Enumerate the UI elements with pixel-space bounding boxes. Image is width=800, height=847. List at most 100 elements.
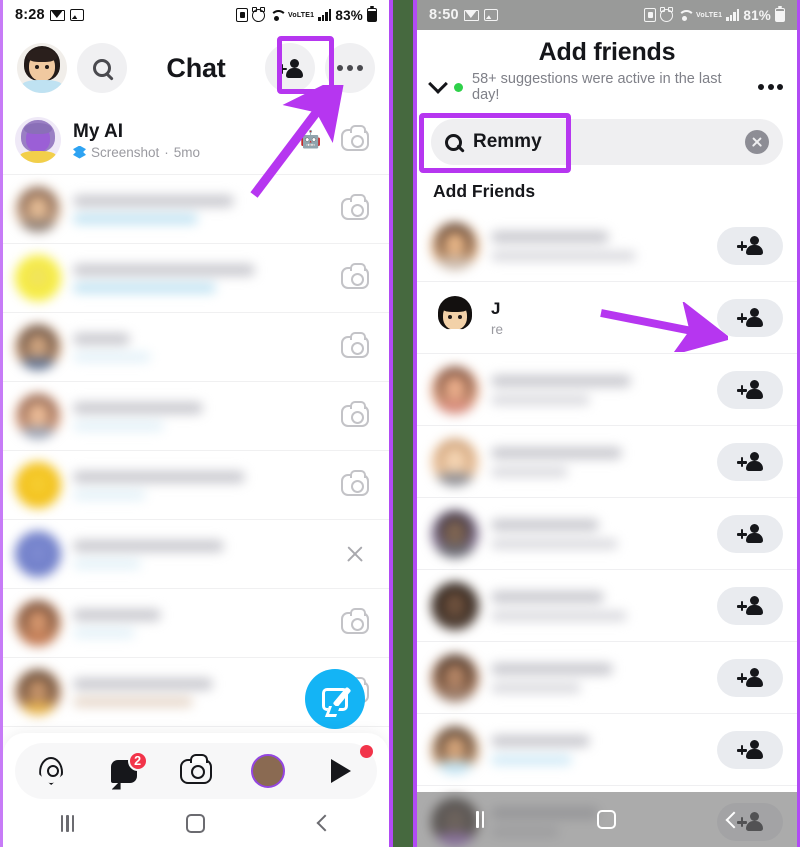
add-friend-button[interactable]: [717, 658, 783, 697]
spotlight-dot: [359, 745, 373, 758]
sidebar-item-spotlight[interactable]: [315, 745, 373, 793]
add-friend-button[interactable]: [717, 514, 783, 553]
camera-button[interactable]: [333, 125, 377, 151]
avatar: [431, 653, 479, 702]
system-nav-bar: [3, 799, 389, 847]
add-friend-button[interactable]: [717, 226, 783, 265]
list-item[interactable]: [3, 382, 389, 451]
back-button[interactable]: [299, 801, 351, 845]
list-item[interactable]: [417, 498, 797, 570]
camera-icon: [341, 470, 369, 496]
add-friend-icon: [737, 236, 763, 255]
list-item[interactable]: [3, 589, 389, 658]
more-options-icon[interactable]: [758, 84, 783, 90]
friend-name: J: [491, 298, 501, 318]
recents-button[interactable]: [454, 798, 506, 842]
list-item[interactable]: [3, 175, 389, 244]
friend-list: J re: [417, 210, 797, 847]
list-item[interactable]: [3, 451, 389, 520]
camera-button[interactable]: [333, 332, 377, 358]
status-dot: [454, 82, 463, 92]
camera-button[interactable]: [333, 401, 377, 427]
signal-bars-icon: [726, 9, 740, 21]
list-item[interactable]: [417, 210, 797, 282]
list-item[interactable]: [3, 313, 389, 382]
home-button[interactable]: [581, 798, 633, 842]
sidebar-item-chat[interactable]: 2: [98, 749, 150, 793]
avatar: [15, 186, 61, 232]
add-friend-icon: [737, 740, 763, 759]
add-friends-header: Add friends 58+ suggestions were active …: [417, 30, 797, 109]
profile-avatar[interactable]: [17, 43, 67, 93]
battery-icon: [367, 6, 377, 22]
chat-emoji: 🤖: [300, 130, 322, 149]
sidebar-item-camera[interactable]: [170, 749, 222, 793]
add-friend-icon: [737, 308, 763, 327]
sidebar-item-stories[interactable]: [242, 749, 294, 793]
home-button[interactable]: [170, 801, 222, 845]
alarm-icon: [252, 6, 266, 22]
add-friend-button[interactable]: [717, 442, 783, 481]
list-item[interactable]: [3, 244, 389, 313]
search-input[interactable]: Remmy: [431, 119, 783, 165]
more-options-icon: [337, 65, 363, 71]
new-chat-button[interactable]: [305, 669, 365, 729]
right-phone-screen: 8:50 VoLTE1 81% Add friends 58+ suggesti…: [417, 0, 797, 847]
add-friend-icon: [737, 452, 763, 471]
search-button[interactable]: [77, 43, 127, 93]
avatar: [15, 531, 61, 577]
home-icon: [597, 810, 617, 829]
search-value: Remmy: [473, 131, 542, 152]
network-label: VoLTE1: [696, 11, 723, 19]
add-friend-button[interactable]: [717, 586, 783, 625]
camera-button[interactable]: [333, 608, 377, 634]
list-item[interactable]: J re: [417, 282, 797, 354]
camera-button[interactable]: [333, 263, 377, 289]
add-friend-button[interactable]: [265, 43, 315, 93]
list-item[interactable]: My AI Screenshot · 5mo 🤖: [3, 106, 389, 175]
clear-icon[interactable]: [745, 130, 769, 154]
chat-header: Chat: [3, 30, 389, 106]
avatar: [15, 393, 61, 439]
add-friend-button[interactable]: [717, 370, 783, 409]
chat-status-text: Screenshot: [91, 144, 160, 160]
add-friend-button[interactable]: [717, 298, 783, 337]
add-friend-button[interactable]: [717, 730, 783, 769]
wifi-icon: [677, 9, 692, 21]
list-item[interactable]: [417, 570, 797, 642]
close-icon: [345, 544, 365, 564]
camera-icon: [341, 263, 369, 289]
new-chat-icon: [322, 686, 352, 711]
add-friend-icon: [737, 524, 763, 543]
avatar: [15, 324, 61, 370]
list-item[interactable]: [417, 714, 797, 786]
back-icon: [316, 814, 334, 832]
more-options-button[interactable]: [325, 43, 375, 93]
chat-subtitle: Screenshot · 5mo: [73, 145, 289, 160]
system-nav-bar: [417, 792, 797, 847]
recents-button[interactable]: [41, 801, 93, 845]
close-button[interactable]: [333, 544, 377, 564]
right-status-bar: 8:50 VoLTE1 81%: [417, 0, 797, 30]
signal-bars-icon: [318, 9, 332, 21]
search-icon: [445, 133, 462, 151]
play-icon: [330, 759, 351, 783]
battery-percent: 81%: [743, 7, 771, 23]
back-button[interactable]: [708, 798, 760, 842]
avatar: [431, 725, 479, 774]
chevron-down-icon[interactable]: [428, 74, 448, 94]
back-icon: [725, 811, 743, 828]
camera-button[interactable]: [333, 470, 377, 496]
avatar: [15, 462, 61, 508]
list-item[interactable]: [3, 520, 389, 589]
search-area: Remmy: [417, 109, 797, 171]
sidebar-item-map[interactable]: [25, 749, 77, 793]
page-title: Add friends: [538, 38, 676, 66]
list-item[interactable]: [417, 354, 797, 426]
section-title: Add Friends: [433, 181, 536, 201]
camera-icon: [341, 332, 369, 358]
chat-separator: ·: [164, 144, 169, 160]
camera-button[interactable]: [333, 194, 377, 220]
list-item[interactable]: [417, 426, 797, 498]
list-item[interactable]: [417, 642, 797, 714]
